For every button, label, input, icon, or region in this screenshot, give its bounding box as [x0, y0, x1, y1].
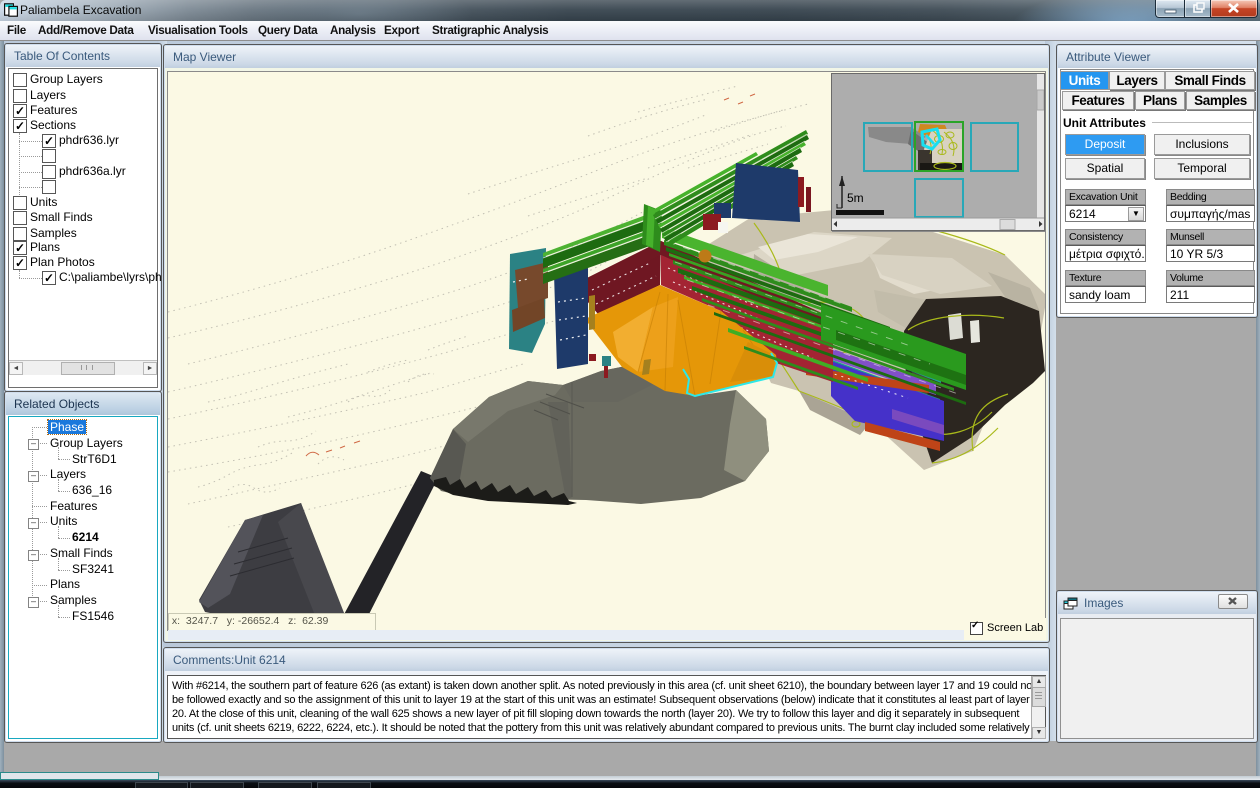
svg-text:5m: 5m: [847, 191, 864, 205]
